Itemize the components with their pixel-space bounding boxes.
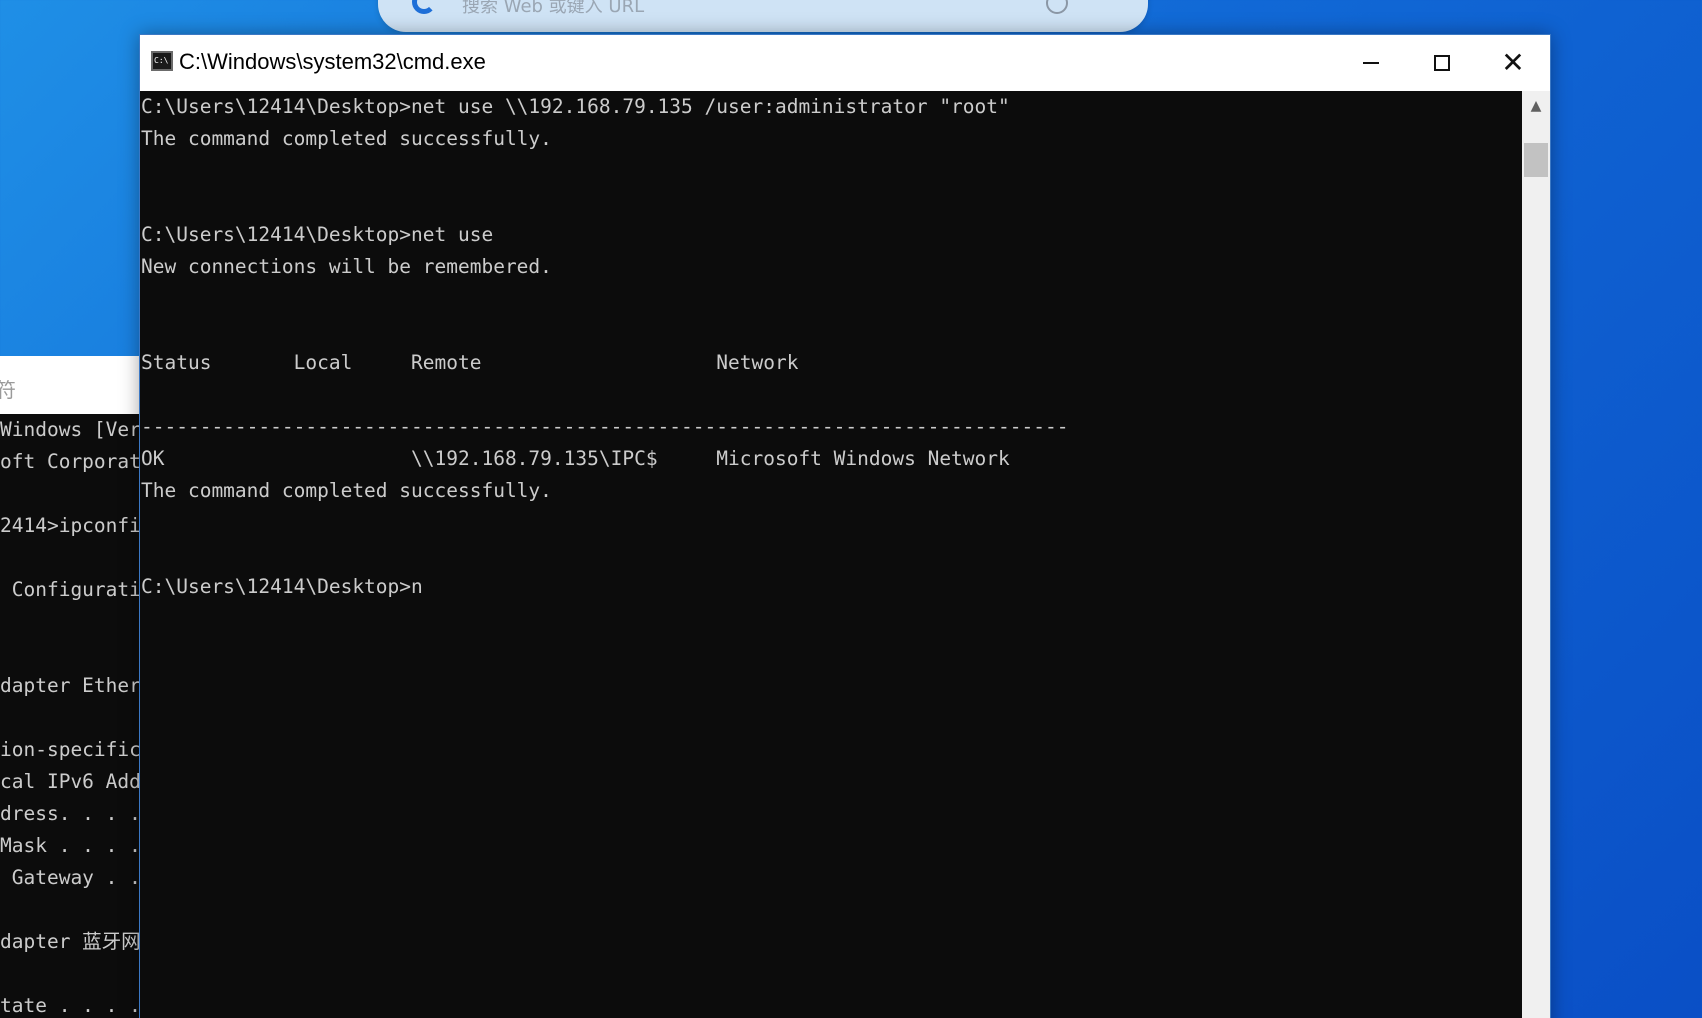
console-line: C:\Users\12414\Desktop>net use [141, 223, 494, 246]
console-line: C:\Users\12414\Desktop>n [141, 575, 423, 598]
browser-search-placeholder[interactable]: 搜索 Web 或键入 URL [462, 0, 644, 18]
scrollbar-thumb[interactable] [1524, 143, 1548, 177]
minimize-icon [1363, 62, 1379, 64]
background-window-titlebar[interactable]: 符 [0, 356, 140, 414]
close-icon: ✕ [1501, 46, 1525, 79]
window-title: C:\Windows\system32\cmd.exe [179, 49, 486, 74]
edge-logo-icon [412, 0, 436, 14]
console-line: C:\Users\12414\Desktop>net use \\192.168… [141, 95, 1010, 118]
cmd-app-icon[interactable] [151, 51, 173, 71]
vertical-scrollbar[interactable]: ▲ [1522, 91, 1550, 1018]
scroll-up-arrow-icon[interactable]: ▲ [1522, 91, 1550, 121]
info-icon[interactable] [1046, 0, 1068, 14]
console-output[interactable]: C:\Users\12414\Desktop>net use \\192.168… [140, 91, 1522, 1018]
maximize-button[interactable] [1407, 35, 1477, 91]
browser-address-bar[interactable]: 搜索 Web 或键入 URL [378, 0, 1148, 32]
cmd-window[interactable]: C:\Windows\system32\cmd.exe ✕ C:\Users\1… [139, 34, 1551, 1018]
maximize-icon [1434, 55, 1450, 71]
close-button[interactable]: ✕ [1478, 35, 1548, 91]
background-window-title: 符 [0, 378, 16, 402]
background-console-output: Windows [Vers oft Corporati 2414>ipconfi… [0, 418, 140, 1017]
background-cmd-window[interactable]: 符 Windows [Vers oft Corporati 2414>ipcon… [0, 356, 140, 1018]
title-bar[interactable]: C:\Windows\system32\cmd.exe ✕ [140, 35, 1550, 91]
console-line: The command completed successfully. [141, 479, 552, 502]
console-line: ----------------------------------------… [141, 415, 1069, 438]
console-line: The command completed successfully. [141, 127, 552, 150]
minimize-button[interactable] [1336, 35, 1406, 91]
console-line: Status Local Remote Network [141, 351, 799, 374]
console-line: New connections will be remembered. [141, 255, 552, 278]
console-line: OK \\192.168.79.135\IPC$ Microsoft Windo… [141, 447, 1010, 470]
